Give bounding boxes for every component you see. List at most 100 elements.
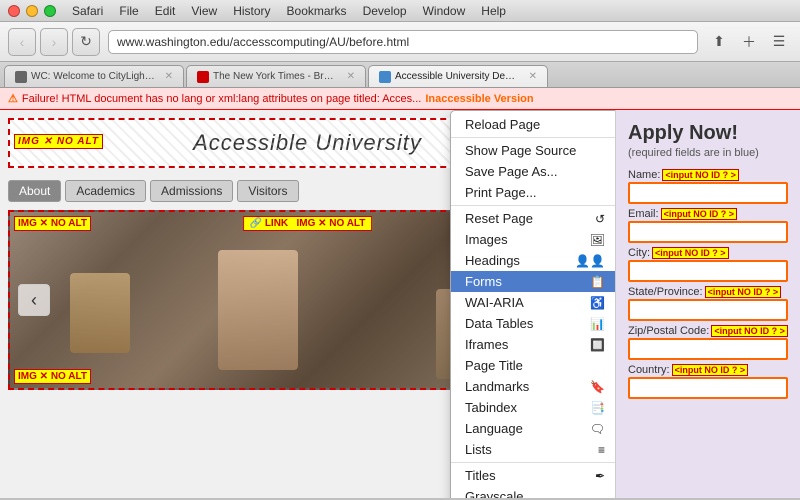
img-no-alt-badge-main: IMG ✕ NO ALT [14, 216, 91, 231]
window-controls[interactable] [8, 5, 56, 17]
menu-iframes[interactable]: Iframes🔲 [451, 334, 615, 355]
menu-headings[interactable]: Headings👤👤 [451, 250, 615, 271]
menu-data-tables[interactable]: Data Tables📊 [451, 313, 615, 334]
menu-bookmarks[interactable]: Bookmarks [287, 4, 347, 18]
main-area: IMG ✕ NO ALT Accessible University About… [0, 110, 800, 498]
tab-label-2: Accessible University Demo Site - Inacce… [395, 71, 521, 82]
add-tab-button[interactable]: ＋ [736, 29, 762, 55]
menu-grayscale[interactable]: Grayscale [451, 486, 615, 498]
reload-button[interactable]: ↻ [72, 28, 100, 56]
menu-forms[interactable]: Forms📋 [451, 271, 615, 292]
menu-view[interactable]: View [191, 4, 217, 18]
nav-academics[interactable]: Academics [65, 180, 146, 202]
menu-reload-page[interactable]: Reload Page [451, 114, 615, 135]
menu-show-source[interactable]: Show Page Source [451, 140, 615, 161]
close-button[interactable] [8, 5, 20, 17]
browser-toolbar: ‹ › ↻ www.washington.edu/accesscomputing… [0, 22, 800, 62]
menu-titles[interactable]: Titles✒ [451, 465, 615, 486]
share-button[interactable]: ⬆ [706, 29, 732, 55]
form-label-country: Country: <input NO ID ? > [628, 364, 788, 376]
menu-sep-1 [451, 137, 615, 138]
form-label-city: City: <input NO ID ? > [628, 247, 788, 259]
carousel-prev-button[interactable]: ‹ [18, 284, 50, 316]
menu-language[interactable]: Language🗨 [451, 418, 615, 439]
menu-safari[interactable]: Safari [72, 4, 103, 18]
page-content: IMG ✕ NO ALT Accessible University About… [0, 110, 615, 498]
img-no-alt-badge-bottom: IMG ✕ NO ALT [14, 369, 91, 384]
input-country[interactable] [628, 377, 788, 399]
tab-close-1[interactable]: ✕ [347, 71, 355, 82]
header-img-badge: IMG ✕ NO ALT [14, 124, 107, 150]
menu-window[interactable]: Window [423, 4, 466, 18]
titles-icon: ✒ [595, 469, 605, 483]
form-row-name: Name: <input NO ID ? > [628, 169, 788, 204]
nav-admissions[interactable]: Admissions [150, 180, 233, 202]
tables-icon: 📊 [590, 317, 605, 331]
nav-about[interactable]: About [8, 180, 61, 202]
input-badge-email: <input NO ID ? > [661, 208, 738, 220]
tab-label-1: The New York Times - Breaking News, Worl… [213, 71, 339, 82]
menu-images[interactable]: Images🖼 [451, 229, 615, 250]
menu-file[interactable]: File [119, 4, 138, 18]
tab-label-0: WC: Welcome to CityLights! [Inaccessible… [31, 71, 157, 82]
maximize-button[interactable] [44, 5, 56, 17]
menu-wai-aria[interactable]: WAI-ARIA♿ [451, 292, 615, 313]
au-title: Accessible University [193, 130, 422, 155]
menu-reset-page[interactable]: Reset Page↺ [451, 208, 615, 229]
language-icon: 🗨 [590, 422, 605, 436]
menu-lists[interactable]: Lists≡ [451, 439, 615, 460]
minimize-button[interactable] [26, 5, 38, 17]
lists-icon: ≡ [598, 443, 605, 457]
tab-close-0[interactable]: ✕ [165, 71, 173, 82]
forward-button[interactable]: › [40, 28, 68, 56]
input-city[interactable] [628, 260, 788, 282]
address-bar[interactable]: www.washington.edu/accesscomputing/AU/be… [108, 30, 698, 54]
menu-history[interactable]: History [233, 4, 270, 18]
menu-print-page[interactable]: Print Page... [451, 182, 615, 203]
nav-visitors[interactable]: Visitors [237, 180, 298, 202]
menu-edit[interactable]: Edit [155, 4, 176, 18]
menu-help[interactable]: Help [481, 4, 506, 18]
img-no-alt-badge: IMG ✕ NO ALT [14, 134, 103, 149]
tab-0[interactable]: WC: Welcome to CityLights! [Inaccessible… [4, 65, 184, 87]
input-badge-country: <input NO ID ? > [672, 364, 749, 376]
input-email[interactable] [628, 221, 788, 243]
apply-subtitle: (required fields are in blue) [628, 147, 788, 159]
input-state[interactable] [628, 299, 788, 321]
link-badge: 🔗 LINK IMG ✕ NO ALT [243, 216, 373, 231]
error-bar: ⚠ Failure! HTML document has no lang or … [0, 88, 800, 110]
input-badge-name: <input NO ID ? > [662, 169, 739, 181]
tab-1[interactable]: The New York Times - Breaking News, Worl… [186, 65, 366, 87]
menu-tabindex[interactable]: Tabindex📑 [451, 397, 615, 418]
menu-landmarks[interactable]: Landmarks🔖 [451, 376, 615, 397]
input-zip[interactable] [628, 338, 788, 360]
input-badge-zip: <input NO ID ? > [711, 325, 788, 337]
images-icon: 🖼 [590, 233, 605, 247]
menu-save-page[interactable]: Save Page As... [451, 161, 615, 182]
form-row-zip: Zip/Postal Code: <input NO ID ? > [628, 325, 788, 360]
tab-close-2[interactable]: ✕ [529, 71, 537, 82]
menu-develop[interactable]: Develop [363, 4, 407, 18]
tabindex-icon: 📑 [590, 401, 605, 415]
headings-icon: 👤👤 [575, 254, 605, 268]
menu-bar[interactable]: Safari File Edit View History Bookmarks … [72, 4, 506, 18]
error-icon: ⚠ [8, 92, 18, 105]
reader-button[interactable]: ☰ [766, 29, 792, 55]
right-panel: Apply Now! (required fields are in blue)… [615, 110, 800, 498]
back-button[interactable]: ‹ [8, 28, 36, 56]
forms-icon: 📋 [590, 275, 605, 289]
apply-title: Apply Now! [628, 122, 788, 145]
tab-2[interactable]: Accessible University Demo Site - Inacce… [368, 65, 548, 87]
context-menu[interactable]: Reload Page Show Page Source Save Page A… [450, 110, 615, 498]
input-badge-state: <input NO ID ? > [705, 286, 782, 298]
tabs-bar: WC: Welcome to CityLights! [Inaccessible… [0, 62, 800, 88]
form-row-email: Email: <input NO ID ? > [628, 208, 788, 243]
form-label-name: Name: <input NO ID ? > [628, 169, 788, 181]
form-label-email: Email: <input NO ID ? > [628, 208, 788, 220]
inaccessible-label: Inaccessible Version [425, 93, 533, 105]
menu-page-title[interactable]: Page Title [451, 355, 615, 376]
menu-sep-3 [451, 462, 615, 463]
wai-aria-icon: ♿ [590, 296, 605, 310]
title-bar: Safari File Edit View History Bookmarks … [0, 0, 800, 22]
input-name[interactable] [628, 182, 788, 204]
